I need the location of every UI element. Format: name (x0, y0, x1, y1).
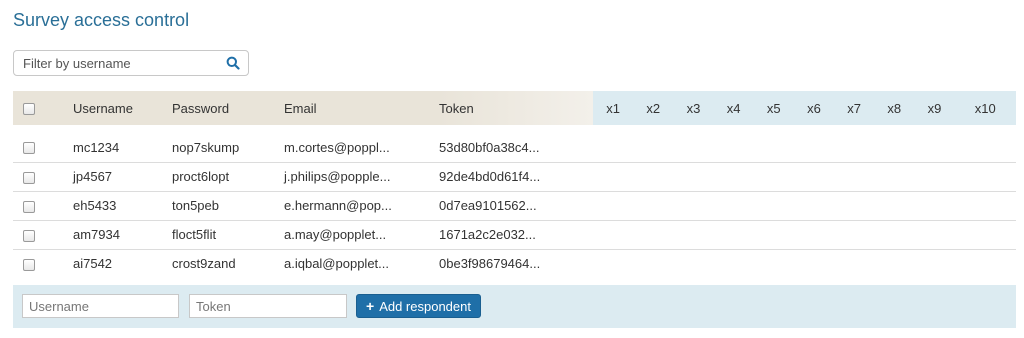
filter-box (13, 50, 249, 76)
header-password[interactable]: Password (172, 91, 284, 125)
row-select-cell (13, 249, 73, 278)
email-cell: j.philips@popple... (284, 169, 391, 184)
plus-icon: + (366, 298, 375, 314)
email-cell: e.hermann@pop... (284, 198, 392, 213)
row-select-cell (13, 162, 73, 191)
search-icon[interactable] (226, 56, 240, 70)
header-x3[interactable]: x3 (673, 91, 714, 125)
row-checkbox[interactable] (23, 258, 35, 271)
new-token-input[interactable] (189, 294, 347, 318)
select-all-checkbox[interactable] (23, 103, 35, 116)
header-x8[interactable]: x8 (874, 91, 915, 125)
header-x1[interactable]: x1 (593, 91, 634, 125)
header-username[interactable]: Username (73, 91, 172, 125)
table-header-row: Username Password Email Token x1 x2 x3 x… (13, 91, 1016, 125)
header-x2[interactable]: x2 (633, 91, 674, 125)
add-respondent-bar: + Add respondent (13, 285, 1016, 328)
row-checkbox[interactable] (23, 229, 35, 242)
table-row: am7934 floct5flit a.may@popplet... 1671a… (13, 220, 1016, 249)
select-all-header (13, 91, 73, 125)
row-select-cell (13, 220, 73, 249)
username-cell: ai7542 (73, 256, 113, 272)
password-cell: crost9zand (172, 256, 236, 272)
respondents-table: Username Password Email Token x1 x2 x3 x… (13, 91, 1016, 278)
token-cell: 0d7ea9101562... (439, 198, 537, 213)
header-x4[interactable]: x4 (713, 91, 754, 125)
header-x5[interactable]: x5 (753, 91, 794, 125)
table-row: jp4567 proct6lopt j.philips@popple... 92… (13, 162, 1016, 191)
header-email[interactable]: Email (284, 91, 439, 125)
email-cell: m.cortes@poppl... (284, 139, 390, 155)
username-cell: am7934 (73, 227, 120, 242)
token-cell: 1671a2c2e032... (439, 227, 536, 242)
table-row: mc1234 nop7skump m.cortes@poppl... 53d80… (13, 125, 1016, 162)
username-cell: mc1234 (73, 139, 120, 155)
token-cell: 53d80bf0a38c4... (439, 139, 540, 155)
header-x10[interactable]: x10 (954, 91, 1016, 125)
password-cell: ton5peb (172, 198, 219, 213)
row-select-cell (13, 191, 73, 220)
token-cell: 0be3f98679464... (439, 256, 541, 272)
header-x7[interactable]: x7 (834, 91, 875, 125)
header-x6[interactable]: x6 (793, 91, 835, 125)
row-checkbox[interactable] (23, 142, 35, 155)
email-cell: a.iqbal@popplet... (284, 256, 389, 272)
table-row: eh5433 ton5peb e.hermann@pop... 0d7ea910… (13, 191, 1016, 220)
password-cell: nop7skump (172, 139, 240, 155)
header-x9[interactable]: x9 (914, 91, 955, 125)
new-username-input[interactable] (22, 294, 179, 318)
email-cell: a.may@popplet... (284, 227, 387, 242)
password-cell: proct6lopt (172, 169, 230, 184)
row-checkbox[interactable] (23, 200, 35, 213)
token-cell: 92de4bd0d61f4... (439, 169, 541, 184)
row-checkbox[interactable] (23, 171, 35, 184)
row-select-cell (13, 125, 73, 162)
username-cell: jp4567 (73, 169, 113, 184)
header-token[interactable]: Token (439, 91, 593, 125)
filter-username-input[interactable] (23, 55, 218, 71)
page-title: Survey access control (13, 10, 190, 30)
password-cell: floct5flit (172, 227, 217, 242)
add-respondent-label: Add respondent (379, 298, 471, 314)
add-respondent-button[interactable]: + Add respondent (356, 294, 481, 318)
username-cell: eh5433 (73, 198, 117, 213)
table-row: ai7542 crost9zand a.iqbal@popplet... 0be… (13, 249, 1016, 278)
